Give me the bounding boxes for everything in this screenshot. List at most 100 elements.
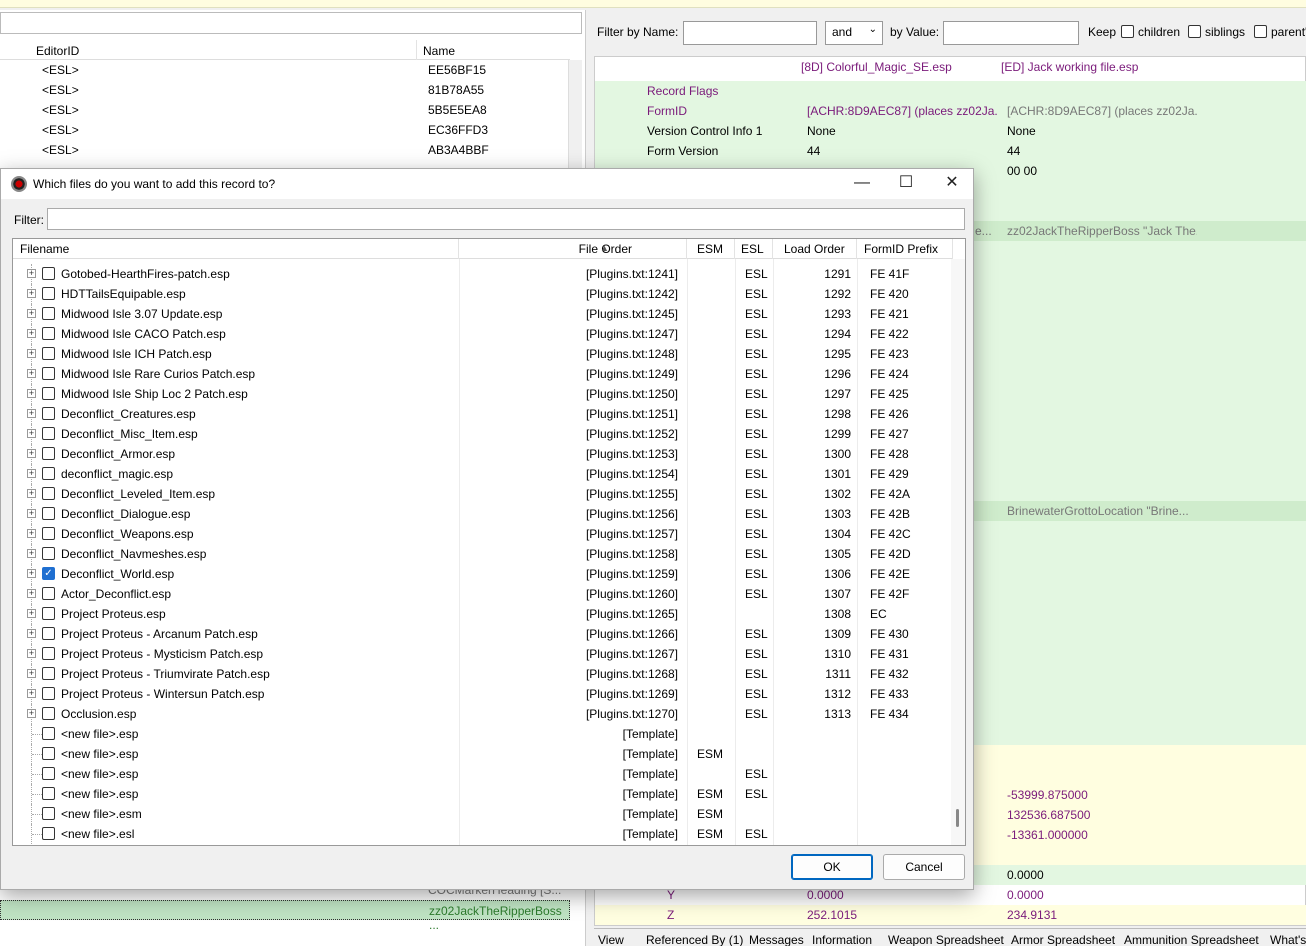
plugin-row[interactable]: + HDTTailsEquipable.esp [Plugins.txt:1242]… xyxy=(13,284,953,304)
dialog-titlebar[interactable]: Which files do you want to add this reco… xyxy=(1,169,973,199)
record-field-row[interactable]: Record Flags xyxy=(595,81,1306,101)
plugin-row[interactable]: + Actor_Deconflict.esp [Plugins.txt:1260] E… xyxy=(13,584,953,604)
siblings-checkbox[interactable] xyxy=(1188,25,1201,38)
plugin-row[interactable]: + Deconflict_Leveled_Item.esp [Plugins.txt… xyxy=(13,484,953,504)
plugin-row[interactable]: + Midwood Isle Rare Curios Patch.esp [Plug… xyxy=(13,364,953,384)
record-list-scrollbar[interactable] xyxy=(568,60,582,170)
plugin-checkbox[interactable] xyxy=(42,787,55,800)
plugin-checkbox[interactable] xyxy=(42,307,55,320)
record-field-row[interactable]: Form Version 44 44 xyxy=(595,141,1306,161)
plugin-row[interactable]: <new file>.esp [Template] ESM xyxy=(13,744,953,764)
plugin-row[interactable]: + Deconflict_Weapons.esp [Plugins.txt:1257… xyxy=(13,524,953,544)
children-checkbox[interactable] xyxy=(1121,25,1134,38)
expand-icon[interactable]: + xyxy=(27,629,36,638)
plugin-row[interactable]: <new file>.esp [Template] ESM ESL xyxy=(13,784,953,804)
column-plugin-2[interactable]: [ED] Jack working file.esp xyxy=(1001,60,1138,74)
plugin-checkbox[interactable] xyxy=(42,387,55,400)
plugin-row[interactable]: + Project Proteus.esp [Plugins.txt:1265] 13… xyxy=(13,604,953,624)
maximize-icon[interactable]: ☐ xyxy=(883,169,929,199)
expand-icon[interactable]: + xyxy=(27,469,36,478)
expand-icon[interactable]: + xyxy=(27,349,36,358)
plugin-row[interactable]: + Midwood Isle Ship Loc 2 Patch.esp [Plugi… xyxy=(13,384,953,404)
plugin-row[interactable]: + Midwood Isle 3.07 Update.esp [Plugins.tx… xyxy=(13,304,953,324)
plugin-row[interactable]: + Deconflict_Dialogue.esp [Plugins.txt:125… xyxy=(13,504,953,524)
plugin-row[interactable]: + Project Proteus - Triumvirate Patch.esp… xyxy=(13,664,953,684)
plugin-checkbox[interactable] xyxy=(42,467,55,480)
filter-name-input[interactable] xyxy=(683,21,817,45)
plugin-checkbox[interactable] xyxy=(42,527,55,540)
column-file-order[interactable]: File Order xyxy=(459,239,687,259)
plugin-checkbox[interactable] xyxy=(42,287,55,300)
tab-referenced-by[interactable]: Referenced By (1) xyxy=(646,933,743,946)
plugin-row[interactable]: + Deconflict_Creatures.esp [Plugins.txt:12… xyxy=(13,404,953,424)
expand-icon[interactable]: + xyxy=(27,309,36,318)
expand-icon[interactable]: + xyxy=(27,369,36,378)
plugin-checkbox[interactable] xyxy=(42,367,55,380)
ok-button[interactable]: OK xyxy=(791,854,873,880)
filter-value-input[interactable] xyxy=(943,21,1079,45)
plugin-checkbox[interactable] xyxy=(42,747,55,760)
column-esl[interactable]: ESL xyxy=(735,239,773,259)
plugin-row[interactable]: + Occlusion.esp [Plugins.txt:1270] ESL 1313 F… xyxy=(13,704,953,724)
plugin-checkbox[interactable] xyxy=(42,587,55,600)
plugin-checkbox[interactable] xyxy=(42,267,55,280)
plugin-row[interactable]: <new file>.esp [Template] xyxy=(13,724,953,744)
plugin-row[interactable]: + Midwood Isle ICH Patch.esp [Plugins.txt:… xyxy=(13,344,953,364)
expand-icon[interactable]: + xyxy=(27,409,36,418)
plugin-checkbox[interactable] xyxy=(42,547,55,560)
plugin-checkbox[interactable] xyxy=(42,727,55,740)
expand-icon[interactable]: + xyxy=(27,649,36,658)
parent-checkbox[interactable] xyxy=(1254,25,1267,38)
grid-scrollbar-thumb[interactable] xyxy=(956,809,959,827)
expand-icon[interactable]: + xyxy=(27,289,36,298)
tab-view[interactable]: View xyxy=(598,933,624,946)
tab-whats[interactable]: What's xyxy=(1270,933,1306,946)
expand-icon[interactable]: + xyxy=(27,689,36,698)
plugin-checkbox[interactable] xyxy=(42,767,55,780)
plugin-row[interactable]: + deconflict_magic.esp [Plugins.txt:1254] E… xyxy=(13,464,953,484)
plugin-row[interactable]: <new file>.esp [Template] ESL xyxy=(13,764,953,784)
tab-armor-spreadsheet[interactable]: Armor Spreadsheet xyxy=(1011,933,1115,946)
plugin-checkbox[interactable] xyxy=(42,667,55,680)
filter-operator-select[interactable]: and ⌄ xyxy=(825,21,883,45)
record-row[interactable]: <ESL> 81B78A55 xyxy=(0,80,570,100)
tab-ammunition-spreadsheet[interactable]: Ammunition Spreadsheet xyxy=(1124,933,1259,946)
record-row-selected[interactable]: zz02JackTheRipperBoss ... xyxy=(0,900,570,932)
plugin-checkbox[interactable] xyxy=(42,827,55,840)
expand-icon[interactable]: + xyxy=(27,529,36,538)
plugin-row[interactable]: <new file>.esl [Template] ESM ESL xyxy=(13,824,953,844)
column-plugin-1[interactable]: [8D] Colorful_Magic_SE.esp xyxy=(801,60,952,74)
record-field-row[interactable]: FormID [ACHR:8D9AEC87] (places zz02Ja...… xyxy=(595,101,1306,121)
record-filter-input[interactable] xyxy=(0,12,582,34)
expand-icon[interactable]: + xyxy=(27,429,36,438)
cancel-button[interactable]: Cancel xyxy=(883,854,965,880)
plugin-row[interactable]: + Project Proteus - Arcanum Patch.esp [Plu… xyxy=(13,624,953,644)
column-editorid[interactable]: EditorID xyxy=(36,44,79,58)
expand-icon[interactable]: + xyxy=(27,589,36,598)
column-filename[interactable]: Filename xyxy=(13,239,459,259)
expand-icon[interactable]: + xyxy=(27,449,36,458)
plugin-checkbox[interactable] xyxy=(42,687,55,700)
plugin-checkbox[interactable] xyxy=(42,507,55,520)
tab-weapon-spreadsheet[interactable]: Weapon Spreadsheet xyxy=(888,933,1004,946)
plugin-row[interactable]: <new file>.esm [Template] ESM xyxy=(13,804,953,824)
minimize-icon[interactable]: — xyxy=(839,169,885,199)
plugin-row[interactable]: + ✓ Deconflict_World.esp [Plugins.txt:1259]… xyxy=(13,564,953,584)
record-row[interactable]: <ESL> EE56BF15 xyxy=(0,60,570,80)
close-icon[interactable]: ✕ xyxy=(929,169,975,199)
plugin-row[interactable]: + Midwood Isle CACO Patch.esp [Plugins.txt… xyxy=(13,324,953,344)
column-load-order[interactable]: Load Order xyxy=(773,239,857,259)
plugin-checkbox[interactable] xyxy=(42,427,55,440)
grid-scrollbar[interactable] xyxy=(951,259,965,845)
tab-information[interactable]: Information xyxy=(812,933,872,946)
expand-icon[interactable]: + xyxy=(27,489,36,498)
plugin-checkbox-checked[interactable]: ✓ xyxy=(42,567,55,580)
record-row[interactable]: <ESL> 5B5E5EA8 xyxy=(0,100,570,120)
plugin-checkbox[interactable] xyxy=(42,807,55,820)
expand-icon[interactable]: + xyxy=(27,329,36,338)
rotation-z-row[interactable]: Z 252.1015 234.9131 xyxy=(595,905,1306,925)
expand-icon[interactable]: + xyxy=(27,269,36,278)
expand-icon[interactable]: + xyxy=(27,509,36,518)
tab-messages[interactable]: Messages xyxy=(749,933,804,946)
plugin-row[interactable]: + Deconflict_Armor.esp [Plugins.txt:1253] E… xyxy=(13,444,953,464)
